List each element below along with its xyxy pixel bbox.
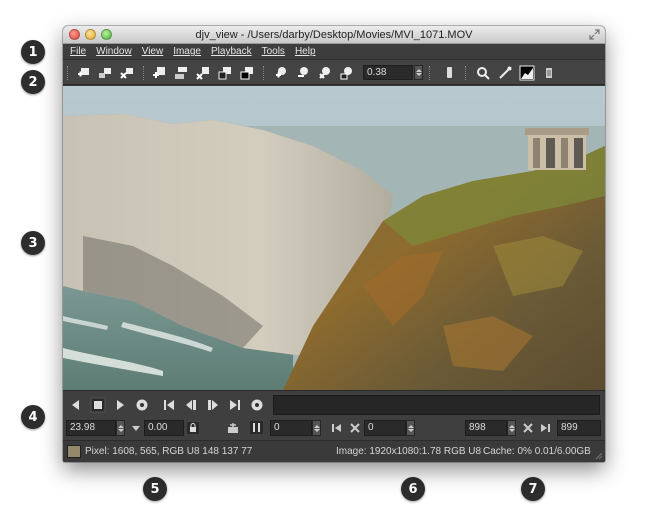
out-point-field[interactable]: 898: [465, 420, 507, 436]
close-window-button[interactable]: [69, 29, 80, 40]
menu-help[interactable]: Help: [295, 46, 316, 57]
callout-1: 1: [21, 40, 45, 64]
status-bar: Pixel: 1608, 565, RGB U8 148 137 77 Imag…: [63, 440, 605, 462]
frame-icon[interactable]: [239, 65, 255, 81]
cache-info: Cache: 0% 0.01/6.00GB: [483, 446, 591, 457]
callout-3: 3: [21, 231, 45, 255]
audio-icon[interactable]: [227, 422, 239, 434]
fps-spinner[interactable]: [116, 420, 125, 436]
reset-icon[interactable]: [217, 65, 233, 81]
zoom-out-icon[interactable]: [295, 65, 311, 81]
page: 1 2 3 4 5 6 7 djv_view - /Users/darby/De…: [0, 0, 650, 520]
image-viewport[interactable]: [63, 86, 605, 390]
app-window: djv_view - /Users/darby/Desktop/Movies/M…: [63, 26, 605, 462]
toolbar-separator: [143, 66, 145, 80]
magnify-icon[interactable]: [475, 65, 491, 81]
window-title: djv_view - /Users/darby/Desktop/Movies/M…: [195, 28, 473, 41]
in-point-spinner[interactable]: [406, 420, 415, 436]
menu-tools[interactable]: Tools: [262, 46, 285, 57]
pixel-color-swatch: [67, 445, 81, 458]
title-bar[interactable]: djv_view - /Users/darby/Desktop/Movies/M…: [63, 26, 605, 44]
reverse-icon[interactable]: [68, 397, 84, 413]
close-window-icon[interactable]: [119, 65, 135, 81]
pause-icon[interactable]: [249, 420, 264, 435]
start-icon[interactable]: [161, 397, 177, 413]
toolbar-separator: [429, 66, 431, 80]
toolbar-separator: [67, 66, 69, 80]
end-icon[interactable]: [227, 397, 243, 413]
current-frame-spinner[interactable]: [312, 420, 321, 436]
menu-playback[interactable]: Playback: [211, 46, 252, 57]
every-frame-icon[interactable]: [249, 397, 265, 413]
callout-2: 2: [21, 70, 45, 94]
zoom-in-icon[interactable]: [273, 65, 289, 81]
window-controls: [69, 29, 112, 40]
speed-field[interactable]: 0.00: [144, 420, 184, 436]
resize-grip-icon[interactable]: [594, 451, 603, 460]
fps-dropdown-icon[interactable]: [130, 422, 142, 434]
zoom-fit-icon[interactable]: [339, 65, 355, 81]
prev-frame-icon[interactable]: [183, 397, 199, 413]
forward-icon[interactable]: [112, 397, 128, 413]
current-frame-field[interactable]: 0: [270, 420, 312, 436]
out-point-spinner[interactable]: [507, 420, 516, 436]
toolbar-separator: [465, 66, 467, 80]
pixel-info: Pixel: 1608, 565, RGB U8 148 137 77: [85, 446, 253, 457]
mirror-icon[interactable]: [441, 65, 457, 81]
set-in-point-icon[interactable]: [331, 422, 343, 434]
zoom-spinner[interactable]: [414, 65, 423, 80]
callout-4: 4: [21, 405, 45, 429]
timeline-slider[interactable]: [273, 395, 600, 415]
menu-window[interactable]: Window: [96, 46, 132, 57]
copy-window-icon[interactable]: [97, 65, 113, 81]
callout-6: 6: [401, 477, 425, 501]
toolbar: 0.38: [63, 59, 605, 85]
minimize-window-button[interactable]: [85, 29, 96, 40]
stop-icon[interactable]: [90, 397, 106, 413]
histogram-icon[interactable]: [519, 65, 535, 81]
in-point-field[interactable]: 0: [364, 420, 406, 436]
menu-view[interactable]: View: [142, 46, 164, 57]
clear-in-point-icon[interactable]: [349, 422, 361, 434]
toolbar-separator: [263, 66, 265, 80]
set-out-point-icon[interactable]: [539, 422, 551, 434]
loop-icon[interactable]: [134, 397, 150, 413]
menu-file[interactable]: File: [70, 46, 86, 57]
callout-5: 5: [143, 477, 167, 501]
coastal-cliff-image: [63, 86, 605, 390]
zoom-window-button[interactable]: [101, 29, 112, 40]
fit-icon[interactable]: [151, 65, 167, 81]
lock-icon[interactable]: [186, 421, 200, 435]
next-frame-icon[interactable]: [205, 397, 221, 413]
new-window-icon[interactable]: [75, 65, 91, 81]
clear-out-point-icon[interactable]: [522, 422, 534, 434]
image-info: Image: 1920x1080:1.78 RGB U8: [336, 446, 482, 457]
end-frame-field[interactable]: 899: [557, 420, 601, 436]
color-picker-icon[interactable]: [497, 65, 513, 81]
fps-field[interactable]: 23.98: [66, 420, 116, 436]
frame-control-bar: 23.98 0.00 0 0 898 899: [63, 418, 605, 440]
center-icon[interactable]: [195, 65, 211, 81]
info-icon[interactable]: [541, 65, 557, 81]
menu-bar: File Window View Image Playback Tools He…: [63, 44, 605, 59]
callout-7: 7: [521, 477, 545, 501]
fullscreen-icon[interactable]: [589, 29, 600, 40]
playback-bar: [63, 390, 605, 418]
menu-image[interactable]: Image: [173, 46, 201, 57]
zoom-input[interactable]: 0.38: [363, 65, 413, 80]
fill-icon[interactable]: [173, 65, 189, 81]
zoom-reset-icon[interactable]: [317, 65, 333, 81]
